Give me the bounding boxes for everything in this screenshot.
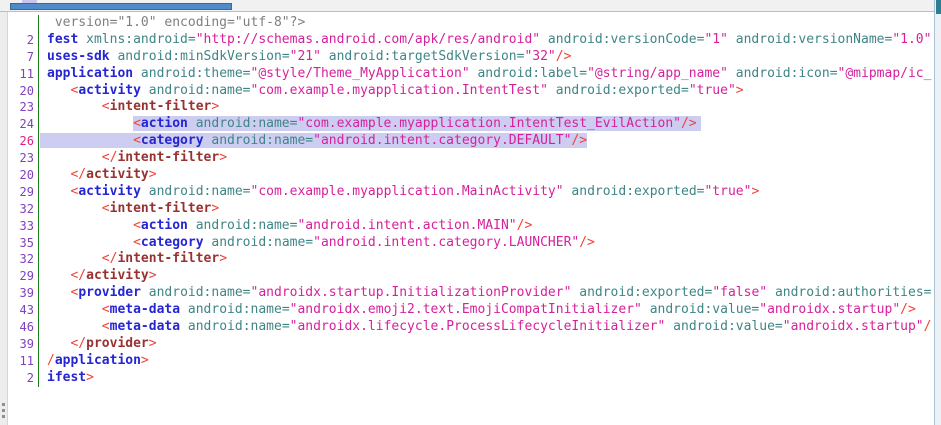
- code-text: <provider android:name="androidx.startup…: [39, 285, 934, 302]
- line-number: 29: [13, 268, 39, 285]
- code-line[interactable]: 2fest xmlns:android="http://schemas.andr…: [13, 32, 934, 49]
- line-number: 39: [13, 285, 39, 302]
- code-text: <intent-filter>: [39, 201, 934, 218]
- splitter-grip-dot[interactable]: [2, 409, 5, 412]
- code-line[interactable]: 11/application>: [13, 353, 934, 370]
- code-line[interactable]: 39 <provider android:name="androidx.star…: [13, 285, 934, 302]
- code-line[interactable]: 29 </activity>: [13, 268, 934, 285]
- code-line[interactable]: 29 <activity android:name="com.example.m…: [13, 184, 934, 201]
- code-text: <action android:name="android.intent.act…: [39, 218, 934, 235]
- code-text: <meta-data android:name="androidx.emoji2…: [39, 302, 934, 319]
- code-line[interactable]: 33 <action android:name="android.intent.…: [13, 218, 934, 235]
- code-text: fest xmlns:android="http://schemas.andro…: [39, 32, 934, 49]
- code-line[interactable]: 43 <meta-data android:name="androidx.emo…: [13, 302, 934, 319]
- line-number: 43: [13, 302, 39, 319]
- code-text: </activity>: [39, 268, 934, 285]
- selected-text: <category android:name="android.intent.c…: [40, 133, 587, 148]
- code-line[interactable]: 7uses-sdk android:minSdkVersion="21" and…: [13, 49, 934, 66]
- line-number: [13, 15, 39, 32]
- xml-code-editor[interactable]: version="1.0" encoding="utf-8"?>2fest xm…: [13, 13, 934, 425]
- code-line[interactable]: 46 <meta-data android:name="androidx.lif…: [13, 319, 934, 336]
- code-text: version="1.0" encoding="utf-8"?>: [39, 15, 934, 32]
- xml-viewer-window: version="1.0" encoding="utf-8"?>2fest xm…: [0, 0, 941, 425]
- code-text: application android:theme="@style/Theme_…: [39, 66, 934, 83]
- code-text: <intent-filter>: [39, 99, 934, 116]
- selected-text: <action android:name="com.example.myappl…: [133, 116, 701, 131]
- code-text: <category android:name="android.intent.c…: [39, 133, 934, 150]
- code-text: </activity>: [39, 167, 934, 184]
- code-line[interactable]: 20 </activity>: [13, 167, 934, 184]
- splitter-grip-dot[interactable]: [2, 403, 5, 406]
- code-line[interactable]: 32 </intent-filter>: [13, 251, 934, 268]
- code-line[interactable]: 32 <intent-filter>: [13, 201, 934, 218]
- code-text: uses-sdk android:minSdkVersion="21" andr…: [39, 49, 934, 66]
- line-number: 7: [13, 49, 39, 66]
- code-text: <category android:name="android.intent.c…: [39, 235, 934, 252]
- decorative-fragment: [22, 0, 37, 3]
- code-line[interactable]: 35 <category android:name="android.inten…: [13, 235, 934, 252]
- vertical-scrollbar-thumb[interactable]: [936, 0, 941, 14]
- code-line[interactable]: 39 </provider>: [13, 336, 934, 353]
- code-line[interactable]: 11application android:theme="@style/Them…: [13, 66, 934, 83]
- line-number: 23: [13, 150, 39, 167]
- line-number: 46: [13, 319, 39, 336]
- code-text: /application>: [39, 353, 934, 370]
- code-line[interactable]: 2ifest>: [13, 370, 934, 387]
- line-number: 39: [13, 336, 39, 353]
- horizontal-scrollbar[interactable]: [0, 0, 941, 12]
- line-number: 11: [13, 66, 39, 83]
- current-line-number: 26: [13, 133, 39, 150]
- code-line[interactable]: 24 <action android:name="com.example.mya…: [13, 116, 934, 133]
- line-number: 33: [13, 218, 39, 235]
- code-text: <activity android:name="com.example.myap…: [39, 184, 934, 201]
- code-text: <action android:name="com.example.myappl…: [39, 116, 934, 133]
- line-number: 2: [13, 370, 39, 387]
- code-line[interactable]: 26 <category android:name="android.inten…: [13, 133, 934, 150]
- line-number: 29: [13, 184, 39, 201]
- splitter-grip-dot[interactable]: [2, 415, 5, 418]
- code-text: </intent-filter>: [39, 150, 934, 167]
- line-number: 11: [13, 353, 39, 370]
- line-number: 32: [13, 201, 39, 218]
- code-line[interactable]: 23 </intent-filter>: [13, 150, 934, 167]
- line-number: 23: [13, 99, 39, 116]
- code-text: </intent-filter>: [39, 251, 934, 268]
- code-line[interactable]: version="1.0" encoding="utf-8"?>: [13, 15, 934, 32]
- code-text: <activity android:name="com.example.myap…: [39, 83, 934, 100]
- line-number: 20: [13, 83, 39, 100]
- code-text: ifest>: [39, 370, 934, 387]
- horizontal-scrollbar-thumb[interactable]: [10, 3, 232, 10]
- code-line[interactable]: 23 <intent-filter>: [13, 99, 934, 116]
- line-number: 35: [13, 235, 39, 252]
- code-text: </provider>: [39, 336, 934, 353]
- code-line[interactable]: 20 <activity android:name="com.example.m…: [13, 83, 934, 100]
- code-text: <meta-data android:name="androidx.lifecy…: [39, 319, 934, 336]
- line-number: 2: [13, 32, 39, 49]
- line-number: 24: [13, 116, 39, 133]
- line-number: 20: [13, 167, 39, 184]
- left-splitter[interactable]: [0, 12, 8, 425]
- line-number: 32: [13, 251, 39, 268]
- vertical-scrollbar[interactable]: [934, 0, 941, 425]
